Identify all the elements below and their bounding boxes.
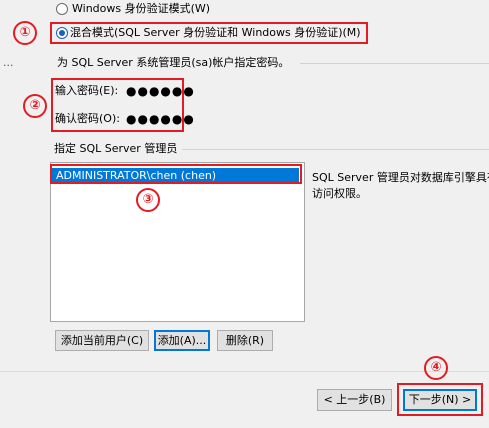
mixed-mode-radio[interactable] [56, 27, 68, 39]
back-button[interactable]: < 上一步(B) [317, 389, 392, 411]
enter-password-field[interactable]: ●●●●●● [126, 84, 195, 98]
annotation-badge-3: ③ [136, 188, 160, 212]
admin-group-divider [182, 149, 489, 150]
admin-description-line2: 访问权限。 [312, 187, 367, 200]
next-button-highlight [397, 383, 483, 416]
collapsed-pane-ellipsis: ... [3, 56, 14, 69]
admin-item-highlight [50, 164, 302, 184]
annotation-badge-2: ② [23, 94, 47, 118]
sa-group-label: 为 SQL Server 系统管理员(sa)帐户指定密码。 [57, 56, 290, 69]
admin-listbox[interactable] [50, 162, 305, 322]
enter-password-label: 输入密码(E): [55, 84, 119, 97]
annotation-badge-4: ④ [424, 356, 448, 380]
sa-group-divider [300, 63, 489, 64]
admin-description-line1: SQL Server 管理员对数据库引擎具有 [312, 171, 489, 184]
windows-auth-label[interactable]: Windows 身份验证模式(W) [72, 2, 210, 16]
add-button[interactable]: 添加(A)... [154, 330, 210, 351]
add-current-user-button[interactable]: 添加当前用户(C) [55, 330, 149, 351]
mixed-mode-label[interactable]: 混合模式(SQL Server 身份验证和 Windows 身份验证)(M) [70, 26, 361, 40]
admin-group-label: 指定 SQL Server 管理员 [54, 142, 178, 155]
annotation-badge-1: ① [13, 21, 37, 45]
confirm-password-field[interactable]: ●●●●●● [126, 112, 195, 126]
windows-auth-radio[interactable] [56, 3, 68, 15]
confirm-password-label: 确认密码(O): [55, 112, 120, 125]
remove-button[interactable]: 删除(R) [217, 330, 273, 351]
